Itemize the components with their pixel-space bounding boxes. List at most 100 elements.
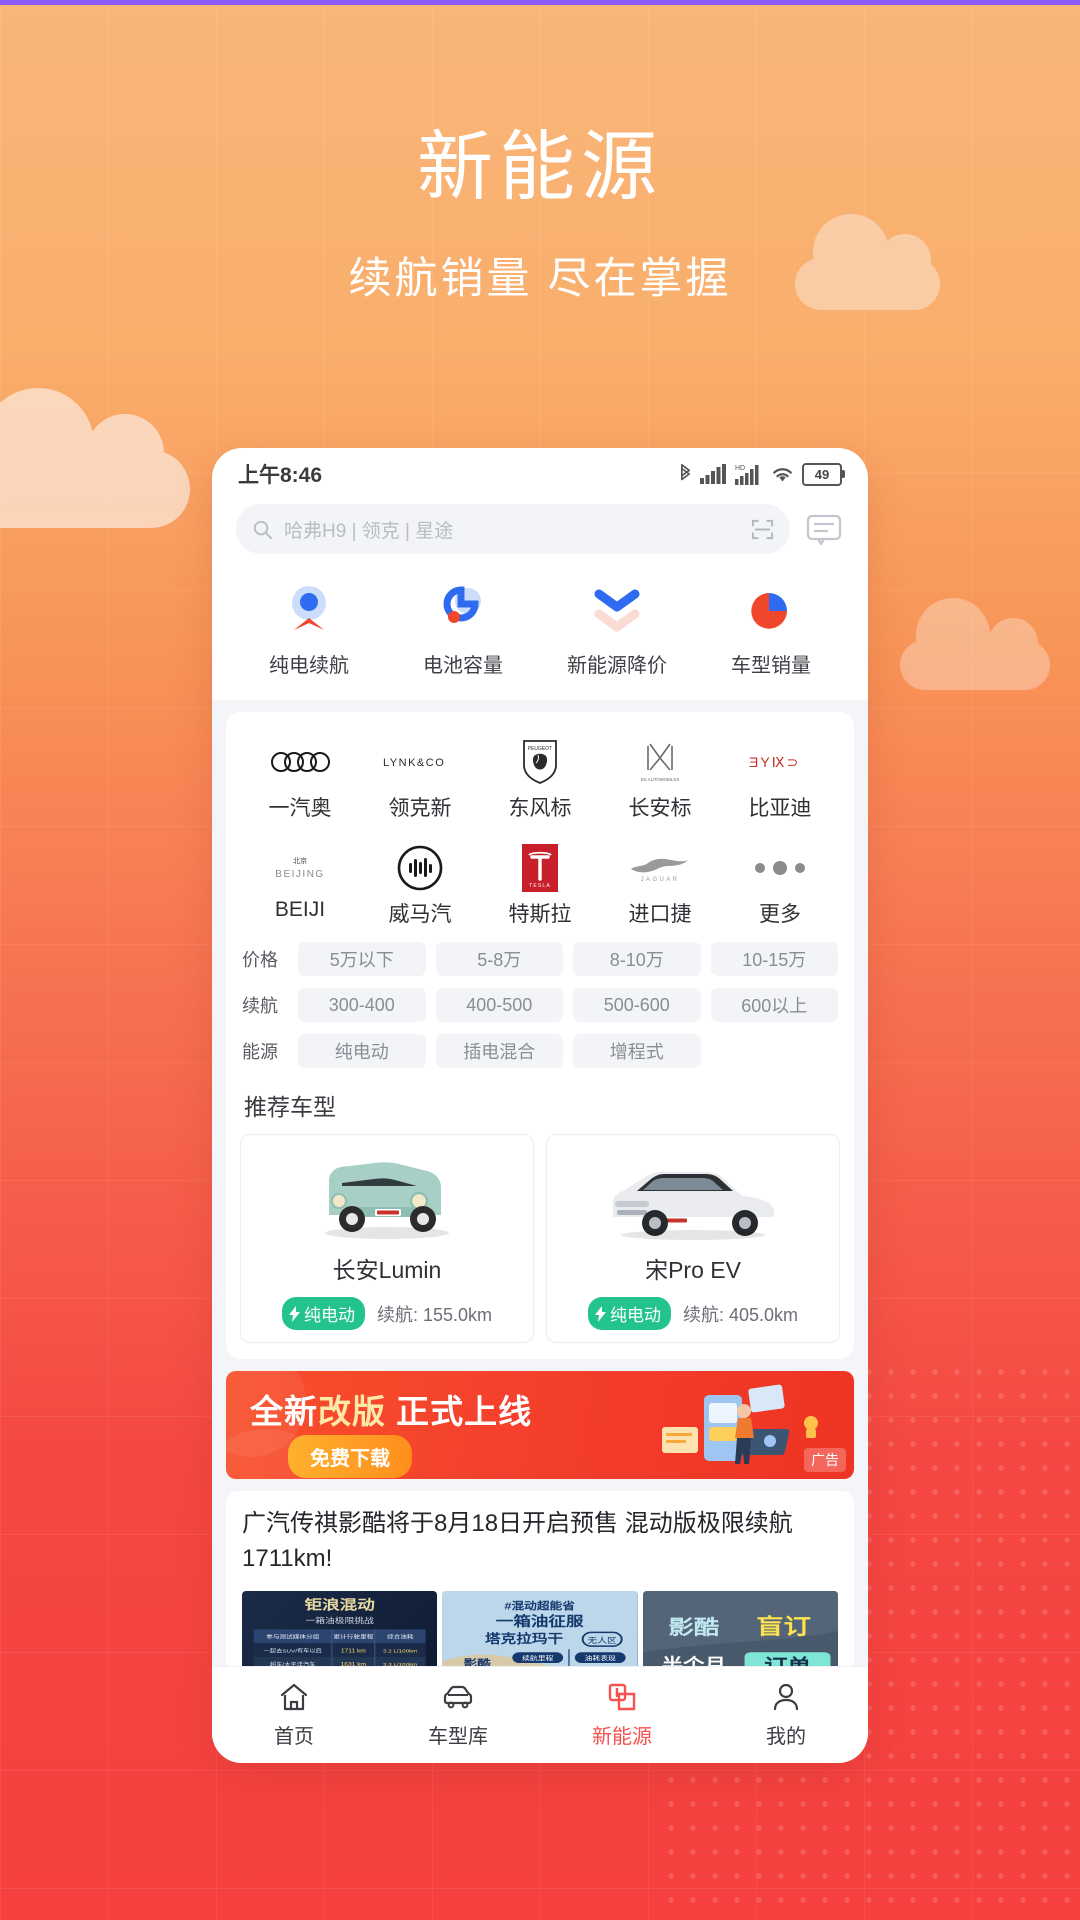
quick-entry-price-drop[interactable]: 新能源降价 [540, 582, 694, 678]
brand-name: 领克新 [388, 797, 452, 820]
svg-text:TESLA: TESLA [529, 883, 551, 889]
car-icon [443, 1685, 473, 1709]
news-thumb-1-art: 钜浪混动 一箱油极限挑战 参与测试媒体分组 累计行驶里程 综合油耗 一起去SUV… [253, 1596, 426, 1666]
quick-entry-ev-range[interactable]: 纯电续航 [232, 582, 386, 678]
brand-item-more[interactable]: 更多 [720, 834, 840, 940]
svg-text:LYNK&CO: LYNK&CO [383, 757, 445, 769]
news-thumbnail[interactable]: 影酷 盲订 半个月 订单 [642, 1590, 838, 1666]
quick-entry-sales[interactable]: 车型销量 [694, 582, 848, 678]
ad-headline-a: 全新 [250, 1393, 318, 1430]
car-card[interactable]: 长安Lumin 纯电动 续航: 155.0km [240, 1134, 534, 1343]
filter-chip[interactable]: 5-8万 [435, 942, 563, 976]
ad-headline-c: 正式上线 [396, 1393, 533, 1430]
brand-name: 一汽奥 [268, 797, 332, 820]
svg-text:PEUGEOT: PEUGEOT [528, 746, 552, 752]
svg-text:影酷: 影酷 [668, 1615, 719, 1638]
car-card[interactable]: 宋Pro EV 纯电动 续航: 405.0km [546, 1134, 840, 1343]
filter-row-price: 价格 5万以下 5-8万 8-10万 10-15万 [242, 942, 838, 976]
svg-text:#混动超能省: #混动超能省 [505, 1599, 576, 1611]
brand-name: 东风标 [508, 797, 572, 820]
brand-item[interactable]: TESLA 特斯拉 [480, 834, 600, 940]
brand-name: 进口捷 [628, 903, 692, 926]
filter-label: 续航 [242, 996, 278, 1016]
sales-pie-icon [751, 593, 787, 629]
brand-name: 比亚迪 [748, 797, 812, 820]
brand-name: 特斯拉 [508, 903, 572, 926]
brand-filter-card: 一汽奥 LYNK&CO 领克新 PEUGEOT 东风标 DS AUTOMOBIL… [226, 712, 854, 1359]
car-range: 续航: 405.0km [682, 1304, 799, 1325]
news-title: 广汽传祺影酷将于8月18日开启预售 混动版极限续航1711km! [242, 1510, 793, 1572]
quick-entry-label: 车型销量 [731, 655, 811, 677]
filter-chip[interactable]: 8-10万 [573, 942, 701, 976]
tab-car-library[interactable]: 车型库 [376, 1681, 540, 1749]
car-meta: 纯电动 续航: 155.0km [249, 1297, 525, 1330]
status-bar-time: 上午8:46 [238, 464, 323, 487]
filter-chip[interactable]: 300-400 [298, 988, 426, 1022]
battery-capacity-icon [443, 586, 481, 623]
brand-item[interactable]: PEUGEOT 东风标 [480, 728, 600, 834]
user-icon [773, 1683, 799, 1711]
brand-item[interactable]: ƎYⅨ⊃ 比亚迪 [720, 728, 840, 834]
car-energy-tag-label: 纯电动 [303, 1306, 355, 1325]
svg-text:ƎYⅨ⊃: ƎYⅨ⊃ [749, 754, 800, 770]
filter-chip[interactable]: 5万以下 [298, 942, 426, 976]
quick-entry-label: 新能源降价 [567, 655, 667, 677]
bottom-tab-bar: 首页 车型库 新能源 我的 [212, 1666, 868, 1763]
content-scroll-area[interactable]: 一汽奥 LYNK&CO 领克新 PEUGEOT 东风标 DS AUTOMOBIL… [212, 700, 868, 1666]
car-range: 续航: 155.0km [376, 1304, 493, 1325]
bluetooth-icon [681, 464, 690, 481]
brand-item[interactable]: LYNK&CO 领克新 [360, 728, 480, 834]
svg-text:盲订: 盲订 [756, 1613, 811, 1638]
search-input[interactable]: 哈弗H9 | 领克 | 星途 [236, 504, 790, 554]
news-thumb-3-art: 影酷 盲订 半个月 订单 [642, 1590, 838, 1666]
message-icon[interactable] [804, 509, 844, 549]
ad-download-button[interactable]: 免费下载 [288, 1435, 412, 1478]
brand-item[interactable]: 北京 BEIJING BEIJI [240, 834, 360, 940]
audi-logo [270, 738, 330, 786]
news-card[interactable]: 广汽传祺影酷将于8月18日开启预售 混动版极限续航1711km! 钜浪混动 一箱… [226, 1491, 854, 1666]
status-bar: 上午8:46 HD 49 [212, 448, 868, 500]
car-meta: 纯电动 续航: 405.0km [555, 1297, 831, 1330]
svg-text:油耗表现: 油耗表现 [585, 1654, 616, 1662]
brand-item[interactable]: 一汽奥 [240, 728, 360, 834]
hd-signal-icon: HD [735, 465, 759, 485]
tab-mine[interactable]: 我的 [704, 1681, 868, 1749]
news-thumbnail[interactable]: #混动超能省 一箱油征服 塔克拉玛干 无人区 影酷 解锁高能远游 续航里程 12… [442, 1590, 638, 1666]
byd-logo: ƎYⅨ⊃ [749, 738, 811, 786]
news-thumb-2-art: #混动超能省 一箱油征服 塔克拉玛干 无人区 影酷 解锁高能远游 续航里程 12… [442, 1590, 638, 1666]
search-placeholder: 哈弗H9 | 领克 | 星途 [284, 520, 454, 542]
price-drop-icon [594, 589, 640, 632]
tab-home[interactable]: 首页 [212, 1681, 376, 1749]
tab-new-energy[interactable]: 新能源 [540, 1681, 704, 1749]
filter-chip[interactable]: 10-15万 [710, 942, 838, 976]
car-energy-tag: 纯电动 [281, 1297, 365, 1330]
brand-item[interactable]: DS AUTOMOBILES 长安标 [600, 728, 720, 834]
ad-banner[interactable]: 全新改版 正式上线 免费下载 广告 [226, 1371, 854, 1479]
svg-text:钜浪混动: 钜浪混动 [305, 1596, 375, 1613]
jaguar-logo: JAGUAR [627, 844, 693, 892]
ds-logo: DS AUTOMOBILES [632, 738, 688, 786]
scan-icon[interactable] [751, 518, 774, 541]
filter-row-range: 续航 300-400 400-500 500-600 600以上 [242, 988, 838, 1022]
svg-text:1631 km: 1631 km [341, 1662, 366, 1666]
brand-item[interactable]: JAGUAR 进口捷 [600, 834, 720, 940]
filter-chip[interactable]: 500-600 [573, 988, 701, 1022]
filter-chip[interactable]: 插电混合 [435, 1034, 563, 1068]
filter-chip[interactable]: 600以上 [710, 988, 838, 1022]
brand-item[interactable]: 威马汽 [360, 834, 480, 940]
wifi-icon [773, 468, 792, 482]
filter-label: 价格 [242, 950, 278, 970]
news-thumbnail[interactable]: 钜浪混动 一箱油极限挑战 参与测试媒体分组 累计行驶里程 综合油耗 一起去SUV… [242, 1590, 438, 1666]
svg-text:3.2 L/100km: 3.2 L/100km [383, 1648, 418, 1653]
filter-chip[interactable]: 400-500 [435, 988, 563, 1022]
quick-entry-label: 电池容量 [423, 655, 503, 677]
hero-subtitle: 续航销量 尽在掌握 [348, 255, 732, 303]
quick-entry-battery-capacity[interactable]: 电池容量 [386, 582, 540, 678]
filter-chip[interactable]: 增程式 [573, 1034, 701, 1068]
battery-icon: 49 [802, 462, 845, 486]
svg-text:综合油耗: 综合油耗 [387, 1633, 414, 1640]
tab-label: 车型库 [428, 1726, 488, 1748]
lynkco-logo: LYNK&CO [383, 738, 457, 786]
home-icon [280, 1683, 308, 1711]
filter-chip[interactable]: 纯电动 [298, 1034, 426, 1068]
